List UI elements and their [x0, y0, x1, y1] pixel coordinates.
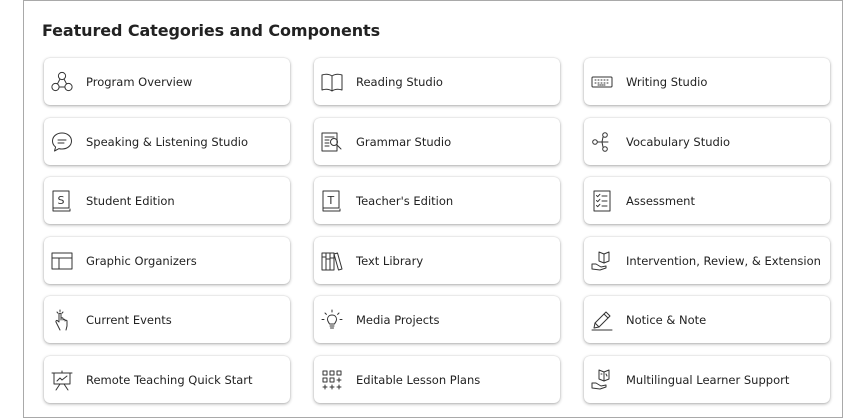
card-label: Multilingual Learner Support — [626, 372, 790, 387]
teacher-book-icon: T — [321, 190, 343, 212]
card-multilingual-learner-support[interactable]: Multilingual Learner Support — [584, 356, 830, 403]
presentation-easel-icon — [51, 369, 73, 391]
card-label: Notice & Note — [626, 312, 707, 327]
card-label: Grammar Studio — [356, 134, 452, 149]
card-notice-and-note[interactable]: Notice & Note — [584, 296, 830, 343]
card-current-events[interactable]: Current Events — [44, 296, 290, 343]
network-nodes-icon — [51, 71, 73, 93]
tap-gesture-icon — [51, 309, 73, 331]
card-remote-teaching-quick-start[interactable]: Remote Teaching Quick Start — [44, 356, 290, 403]
card-vocabulary-studio[interactable]: Vocabulary Studio — [584, 118, 830, 165]
card-label: Speaking & Listening Studio — [86, 134, 248, 149]
featured-categories-panel: Featured Categories and Components Progr… — [23, 0, 843, 418]
layout-grid-icon — [51, 250, 73, 272]
card-label: Vocabulary Studio — [626, 134, 731, 149]
pencil-icon — [591, 309, 613, 331]
checklist-icon — [591, 190, 613, 212]
card-writing-studio[interactable]: Writing Studio — [584, 58, 830, 105]
card-label: Remote Teaching Quick Start — [86, 372, 253, 387]
card-label: Intervention, Review, & Extension — [626, 253, 821, 268]
card-label: Graphic Organizers — [86, 253, 197, 268]
card-label: Program Overview — [86, 74, 193, 89]
card-teachers-edition[interactable]: T Teacher's Edition — [314, 177, 560, 224]
card-grammar-studio[interactable]: Grammar Studio — [314, 118, 560, 165]
card-program-overview[interactable]: Program Overview — [44, 58, 290, 105]
section-title: Featured Categories and Components — [42, 21, 381, 40]
hand-book-icon — [591, 250, 613, 272]
student-book-icon: S — [51, 190, 73, 212]
card-assessment[interactable]: Assessment — [584, 177, 830, 224]
document-magnifier-icon — [321, 131, 343, 153]
svg-text:S: S — [58, 194, 65, 207]
card-label: Media Projects — [356, 312, 440, 327]
card-speaking-listening-studio[interactable]: Speaking & Listening Studio — [44, 118, 290, 165]
lightbulb-icon — [321, 309, 343, 331]
editable-grid-icon — [321, 369, 343, 391]
card-reading-studio[interactable]: Reading Studio — [314, 58, 560, 105]
card-label: Assessment — [626, 193, 695, 208]
card-student-edition[interactable]: S Student Edition — [44, 177, 290, 224]
card-media-projects[interactable]: Media Projects — [314, 296, 560, 343]
bookshelf-icon — [321, 250, 343, 272]
card-label: Student Edition — [86, 193, 175, 208]
card-label: Writing Studio — [626, 74, 708, 89]
card-graphic-organizers[interactable]: Graphic Organizers — [44, 237, 290, 284]
card-label: Teacher's Edition — [356, 193, 454, 208]
speech-bubble-icon — [51, 131, 73, 153]
svg-text:T: T — [327, 194, 335, 207]
card-label: Editable Lesson Plans — [356, 372, 481, 387]
hand-language-icon — [591, 369, 613, 391]
card-editable-lesson-plans[interactable]: Editable Lesson Plans — [314, 356, 560, 403]
card-label: Current Events — [86, 312, 172, 327]
card-label: Text Library — [356, 253, 424, 268]
card-text-library[interactable]: Text Library — [314, 237, 560, 284]
card-label: Reading Studio — [356, 74, 443, 89]
word-map-icon — [591, 131, 613, 153]
keyboard-icon — [591, 71, 613, 93]
open-book-icon — [321, 71, 343, 93]
card-intervention-review-extension[interactable]: Intervention, Review, & Extension — [584, 237, 830, 284]
